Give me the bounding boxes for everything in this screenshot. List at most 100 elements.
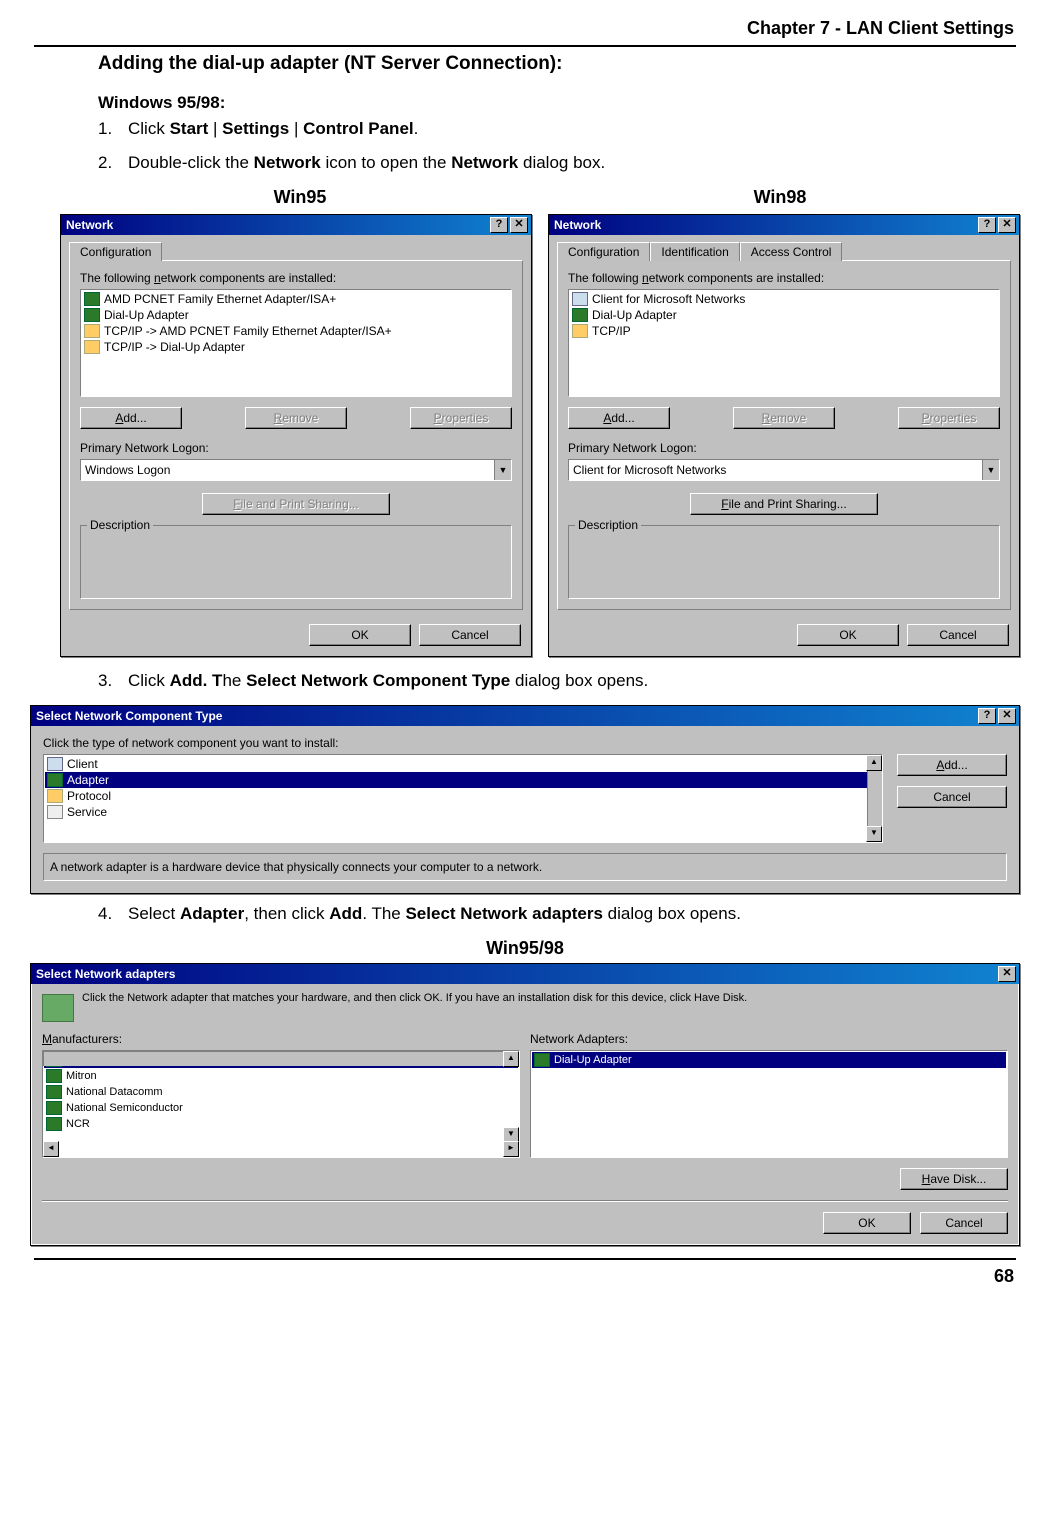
titlebar[interactable]: Select Network adapters ✕ <box>31 964 1019 984</box>
scroll-right-icon[interactable]: ► <box>503 1141 519 1157</box>
list-item[interactable]: Adapter <box>45 772 881 788</box>
add-button[interactable]: Add... <box>80 407 182 429</box>
step-3: 3. Click Add. The Select Network Compone… <box>98 671 1020 691</box>
ok-button[interactable]: OK <box>309 624 411 646</box>
tab-access-control[interactable]: Access Control <box>740 242 843 261</box>
separator <box>42 1200 1008 1202</box>
component-prompt: Click the type of network component you … <box>43 736 1007 750</box>
file-print-sharing-button[interactable]: File and Print Sharing... <box>202 493 390 515</box>
subheading-win9598: Windows 95/98: <box>98 93 1020 113</box>
list-item[interactable]: TCP/IP -> AMD PCNET Family Ethernet Adap… <box>82 323 510 339</box>
manufacturers-listbox[interactable]: Microsoft Mitron National DatacommNational… <box>42 1050 520 1158</box>
component-description: A network adapter is a hardware device t… <box>43 853 1007 881</box>
ok-button[interactable]: OK <box>823 1212 911 1234</box>
section-heading: Adding the dial-up adapter (NT Server Co… <box>98 53 1020 75</box>
card-icon <box>46 1069 62 1083</box>
chevron-down-icon[interactable]: ▼ <box>494 460 511 480</box>
list-item[interactable]: Mitron <box>44 1068 518 1084</box>
comp-icon <box>47 757 63 771</box>
cancel-button[interactable]: Cancel <box>419 624 521 646</box>
card-icon <box>46 1117 62 1131</box>
titlebar[interactable]: Network ? ✕ <box>61 215 531 235</box>
list-item-label: Client for Microsoft Networks <box>592 292 745 306</box>
scroll-down-icon[interactable]: ▼ <box>866 826 882 842</box>
card-icon <box>572 308 588 322</box>
component-listbox[interactable]: ClientAdapterProtocolService ▲ ▼ <box>43 754 883 843</box>
components-listbox[interactable]: AMD PCNET Family Ethernet Adapter/ISA+Di… <box>80 289 512 397</box>
list-item-label: Dial-Up Adapter <box>554 1054 632 1066</box>
help-icon[interactable]: ? <box>490 217 508 233</box>
file-print-sharing-button[interactable]: File and Print Sharing... <box>690 493 878 515</box>
help-icon[interactable]: ? <box>978 708 996 724</box>
primary-logon-combo[interactable]: Windows Logon ▼ <box>80 459 512 481</box>
list-item[interactable]: Service <box>45 804 881 820</box>
adapter-card-icon <box>42 994 74 1022</box>
rule-bottom <box>34 1258 1016 1260</box>
list-item[interactable]: National Datacomm <box>44 1084 518 1100</box>
components-listbox[interactable]: Client for Microsoft Networks Dial-Up Ada… <box>568 289 1000 397</box>
comp-icon <box>572 292 588 306</box>
chevron-down-icon[interactable]: ▼ <box>982 460 999 480</box>
description-legend: Description <box>87 518 153 532</box>
add-button[interactable]: Add... <box>568 407 670 429</box>
step-2: 2. Double-click the Network icon to open… <box>98 153 1020 173</box>
cancel-button[interactable]: Cancel <box>920 1212 1008 1234</box>
list-item[interactable]: National Semiconductor <box>44 1100 518 1116</box>
ok-button[interactable]: OK <box>797 624 899 646</box>
list-item-label: TCP/IP <box>592 324 631 338</box>
titlebar[interactable]: Select Network Component Type ? ✕ <box>31 706 1019 726</box>
cancel-button[interactable]: Cancel <box>907 624 1009 646</box>
remove-button[interactable]: Remove <box>733 407 835 429</box>
remove-button[interactable]: Remove <box>245 407 347 429</box>
list-item[interactable]: NCR <box>44 1116 518 1132</box>
card-icon <box>84 292 100 306</box>
list-item[interactable]: TCP/IP -> Dial-Up Adapter <box>82 339 510 355</box>
list-item[interactable]: Client <box>45 756 881 772</box>
list-item[interactable]: AMD PCNET Family Ethernet Adapter/ISA+ <box>82 291 510 307</box>
close-icon[interactable]: ✕ <box>998 966 1016 982</box>
close-icon[interactable]: ✕ <box>510 217 528 233</box>
list-item-label: TCP/IP -> AMD PCNET Family Ethernet Adap… <box>104 324 392 338</box>
tab-configuration[interactable]: Configuration <box>69 242 162 261</box>
network-dialog-win95: Network ? ✕ Configuration The following … <box>60 214 532 657</box>
card-icon <box>84 308 100 322</box>
help-icon[interactable]: ? <box>978 217 996 233</box>
list-item-label: Service <box>67 805 107 819</box>
scroll-left-icon[interactable]: ◄ <box>43 1141 59 1157</box>
dialog-title: Network <box>552 218 976 232</box>
net-icon <box>84 340 100 354</box>
list-item[interactable]: Protocol <box>45 788 881 804</box>
list-item[interactable]: Dial-Up Adapter <box>532 1052 1006 1068</box>
properties-button[interactable]: Properties <box>410 407 512 429</box>
have-disk-button[interactable]: Have Disk... <box>900 1168 1008 1190</box>
step-3-text: Click Add. The Select Network Component … <box>128 671 648 691</box>
tab-configuration[interactable]: Configuration <box>557 242 650 261</box>
list-item-label: Dial-Up Adapter <box>592 308 677 322</box>
list-item-label: Mitron <box>66 1070 97 1082</box>
cancel-button[interactable]: Cancel <box>897 786 1007 808</box>
close-icon[interactable]: ✕ <box>998 708 1016 724</box>
rule-top <box>34 45 1016 47</box>
primary-logon-combo[interactable]: Client for Microsoft Networks ▼ <box>568 459 1000 481</box>
scroll-up-icon[interactable]: ▲ <box>866 755 882 771</box>
list-item[interactable]: TCP/IP <box>570 323 998 339</box>
list-item[interactable]: Dial-Up Adapter <box>570 307 998 323</box>
net-icon <box>572 324 588 338</box>
properties-button[interactable]: Properties <box>898 407 1000 429</box>
column-label-win98: Win98 <box>540 187 1020 208</box>
network-dialog-win98: Network ? ✕ Configuration Identification… <box>548 214 1020 657</box>
card-icon <box>47 773 63 787</box>
list-item-label: Dial-Up Adapter <box>104 308 189 322</box>
titlebar[interactable]: Network ? ✕ <box>549 215 1019 235</box>
node-icon <box>47 805 63 819</box>
list-item[interactable]: Dial-Up Adapter <box>82 307 510 323</box>
chapter-title: Chapter 7 - LAN Client Settings <box>30 18 1014 39</box>
list-item[interactable]: Microsoft <box>44 1052 518 1068</box>
list-item[interactable]: Client for Microsoft Networks <box>570 291 998 307</box>
adapters-listbox[interactable]: Dial-Up Adapter <box>530 1050 1008 1158</box>
close-icon[interactable]: ✕ <box>998 217 1016 233</box>
tab-identification[interactable]: Identification <box>650 242 739 261</box>
manufacturers-label: Manufacturers: <box>42 1032 520 1046</box>
scroll-up-icon[interactable]: ▲ <box>503 1051 519 1067</box>
add-button[interactable]: Add... <box>897 754 1007 776</box>
